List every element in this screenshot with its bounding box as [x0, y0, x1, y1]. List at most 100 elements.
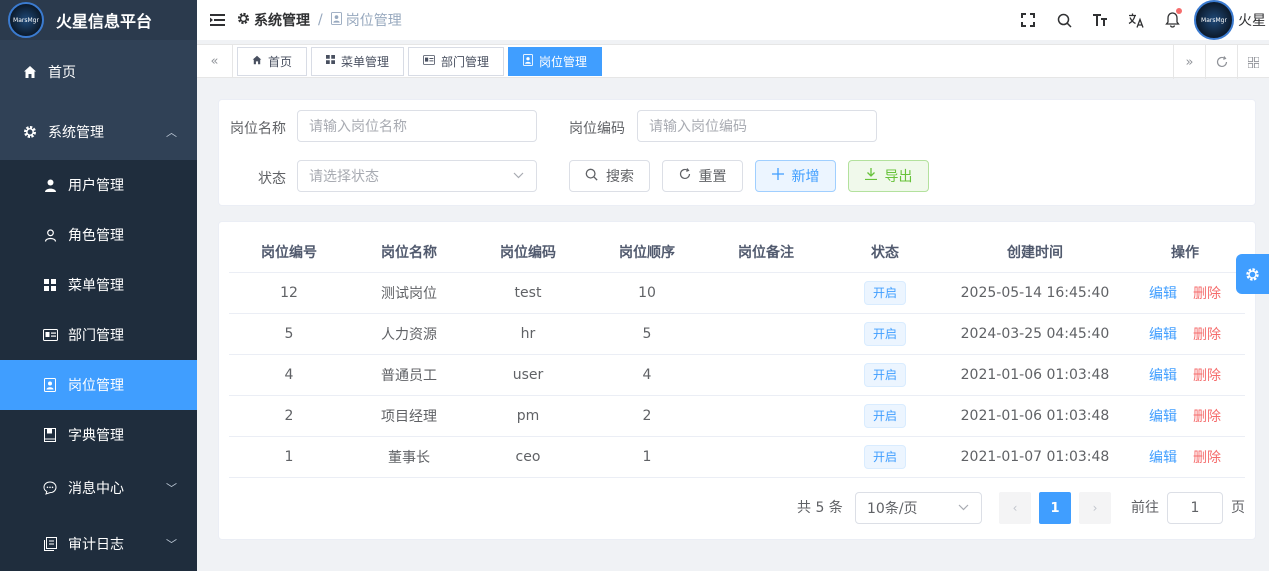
sidebar-item-menus[interactable]: 菜单管理	[0, 260, 197, 310]
sidebar-item-home[interactable]: 首页	[0, 40, 197, 104]
post-code-placeholder: 请输入岗位编码	[649, 119, 747, 135]
tag-label: 岗位管理	[539, 54, 588, 69]
sidebar-item-dicts[interactable]: 字典管理	[0, 410, 197, 460]
settings-gear-icon[interactable]	[1236, 254, 1269, 294]
prev-page-button[interactable]: ‹	[999, 492, 1031, 524]
id-card-icon	[423, 54, 436, 68]
table-row[interactable]: 5 人力资源 hr 5 开启 2024-03-25 04:45:40 编辑 删除	[229, 314, 1245, 355]
avatar[interactable]: MarsMgr	[1194, 0, 1234, 40]
hamburger-icon[interactable]	[197, 14, 237, 26]
tag-menus[interactable]: 菜单管理	[311, 46, 405, 76]
cell-name: 普通员工	[381, 368, 437, 384]
font-size-icon[interactable]	[1082, 13, 1118, 27]
tags-menu-grid-icon[interactable]	[1237, 45, 1269, 79]
cell-created: 2021-01-06 01:03:48	[960, 408, 1110, 424]
cell-id: 2	[284, 408, 294, 424]
search-icon	[585, 168, 598, 185]
table-row[interactable]: 1 董事长 ceo 1 开启 2021-01-07 01:03:48 编辑 删除	[229, 437, 1245, 478]
chevron-down-icon: ﹀	[166, 538, 177, 551]
sidebar-item-audit[interactable]: 审计日志 ﹀	[0, 516, 197, 571]
cell-status: 开启	[825, 404, 945, 428]
logo-bar[interactable]: MarsMgr 火星信息平台	[0, 0, 197, 40]
person-outline-icon	[42, 228, 58, 242]
sidebar-item-messages[interactable]: 消息中心 ﹀	[0, 460, 197, 516]
edit-link[interactable]: 编辑	[1149, 286, 1177, 302]
refresh-icon	[679, 168, 691, 184]
button-label: 搜索	[606, 169, 634, 185]
user-name[interactable]: 火星	[1238, 10, 1266, 30]
cell-code: pm	[516, 408, 540, 424]
post-code-input[interactable]: 请输入岗位编码	[637, 110, 877, 142]
breadcrumb-item-system[interactable]: 系统管理	[237, 10, 310, 30]
refresh-icon[interactable]	[1205, 45, 1237, 79]
app-logo: MarsMgr	[8, 2, 44, 38]
page-number[interactable]: 1	[1039, 492, 1071, 524]
delete-link[interactable]: 删除	[1193, 368, 1221, 384]
table-row[interactable]: 4 普通员工 user 4 开启 2021-01-06 01:03:48 编辑删…	[229, 355, 1245, 396]
sidebar-item-depts[interactable]: 部门管理	[0, 310, 197, 360]
delete-link[interactable]: 删除	[1193, 286, 1221, 302]
post-code-label: 岗位编码	[569, 121, 625, 137]
cell-created: 2021-01-06 01:03:48	[960, 367, 1110, 383]
tags-scroll-left-icon[interactable]: «	[197, 44, 233, 78]
sidebar-item-users[interactable]: 用户管理	[0, 160, 197, 210]
breadcrumb-item-posts: 岗位管理	[330, 10, 402, 30]
fullscreen-icon[interactable]	[1010, 13, 1046, 27]
chevron-up-icon: ︿	[166, 126, 177, 139]
download-icon	[864, 168, 877, 184]
breadcrumb: 系统管理 / 岗位管理	[237, 10, 402, 30]
gear-icon	[22, 125, 38, 139]
page-size-select[interactable]: 10条/页	[855, 492, 982, 524]
status-select[interactable]: 请选择状态	[297, 160, 537, 192]
edit-link[interactable]: 编辑	[1149, 368, 1177, 384]
button-label: 重置	[698, 169, 727, 185]
add-button[interactable]: 新增	[755, 160, 836, 192]
delete-link[interactable]: 删除	[1193, 450, 1221, 466]
breadcrumb-separator: /	[318, 12, 323, 28]
table-row[interactable]: 2 项目经理 pm 2 开启 2021-01-06 01:03:48 编辑 删除	[229, 396, 1245, 437]
search-button[interactable]: 搜索	[569, 160, 650, 192]
delete-link[interactable]: 删除	[1193, 409, 1221, 425]
translate-icon[interactable]	[1118, 13, 1154, 28]
goto-page-input[interactable]: 1	[1167, 492, 1223, 524]
submenu-system: 用户管理 角色管理 菜单管理 部门管理 岗位管理 字典管理 消息中心 ﹀ 审计日…	[0, 160, 197, 571]
post-name-placeholder: 请输入岗位名称	[309, 119, 407, 135]
post-name-input[interactable]: 请输入岗位名称	[297, 110, 537, 142]
status-label: 状态	[258, 171, 286, 187]
plus-icon	[771, 168, 784, 184]
sidebar-item-label: 首页	[48, 65, 76, 81]
bell-icon[interactable]	[1154, 8, 1190, 28]
column-header: 岗位编码	[500, 245, 556, 261]
tag-label: 部门管理	[441, 54, 490, 69]
user-icon	[42, 179, 58, 192]
cell-status: 开启	[825, 363, 945, 387]
tags-scroll-right-icon[interactable]: »	[1173, 45, 1205, 79]
export-button[interactable]: 导出	[848, 160, 929, 192]
reset-button[interactable]: 重置	[662, 160, 743, 192]
next-page-button[interactable]: ›	[1079, 492, 1111, 524]
search-icon[interactable]	[1046, 13, 1082, 28]
tag-posts[interactable]: 岗位管理	[508, 46, 603, 76]
edit-link[interactable]: 编辑	[1149, 409, 1177, 425]
tag-home[interactable]: 首页	[237, 46, 308, 76]
table-row[interactable]: 12 测试岗位 test 10 开启 2025-05-14 16:45:40 编…	[229, 273, 1245, 314]
column-header: 岗位名称	[381, 245, 437, 261]
edit-link[interactable]: 编辑	[1149, 327, 1177, 343]
sidebar-item-roles[interactable]: 角色管理	[0, 210, 197, 260]
tag-depts[interactable]: 部门管理	[408, 46, 505, 76]
edit-link[interactable]: 编辑	[1149, 450, 1177, 466]
cell-actions: 编辑 删除	[1125, 324, 1245, 344]
search-form: 岗位名称 请输入岗位名称 岗位编码 请输入岗位编码 状态 请选择状态 搜索 重置…	[218, 99, 1256, 206]
page-size-value: 10条/页	[867, 501, 918, 517]
pagination-total: 共 5 条	[797, 500, 843, 516]
sidebar-item-label: 菜单管理	[68, 278, 124, 294]
sidebar-item-system[interactable]: 系统管理 ︿	[0, 104, 197, 160]
status-badge: 开启	[863, 363, 906, 387]
cell-code: hr	[520, 326, 536, 342]
delete-link[interactable]: 删除	[1193, 327, 1221, 343]
log-icon	[42, 537, 58, 551]
chat-icon	[42, 481, 58, 495]
gear-icon	[237, 12, 250, 29]
sidebar-item-posts[interactable]: 岗位管理	[0, 360, 197, 410]
cell-order: 2	[642, 408, 652, 424]
